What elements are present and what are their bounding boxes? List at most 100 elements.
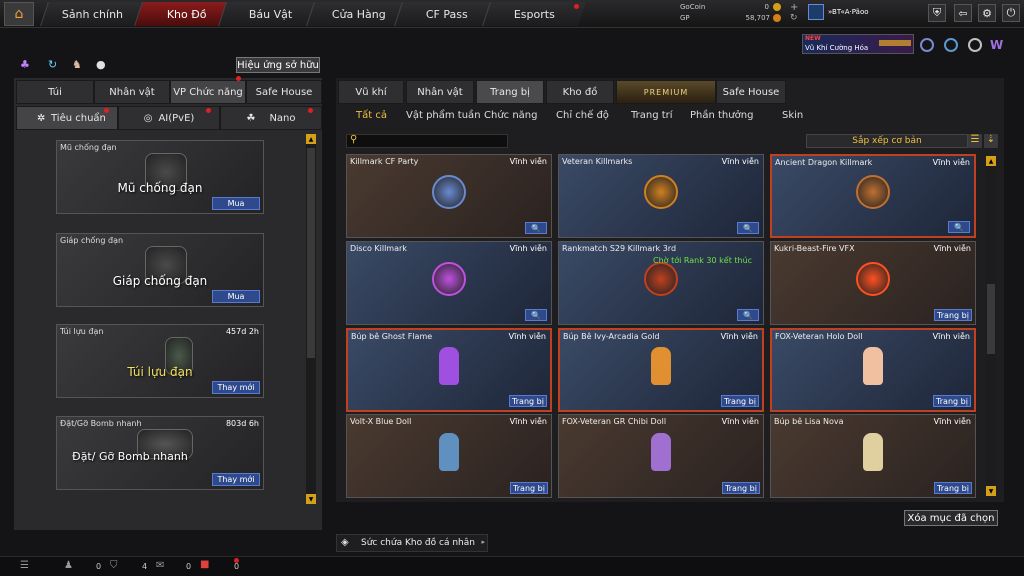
equip-button[interactable]: Trang bị: [722, 482, 760, 494]
scroll-thumb[interactable]: [987, 284, 995, 354]
item-card-armor[interactable]: Giáp chống đạn Giáp chống đạn Mua: [56, 233, 264, 307]
item-card[interactable]: Disco Killmark Vĩnh viễn 🔍: [346, 241, 552, 325]
search-input[interactable]: ⚲: [346, 134, 508, 148]
power-icon[interactable]: ⏻: [1002, 4, 1020, 22]
sort-order-icon[interactable]: ⇣: [984, 134, 998, 148]
item-card[interactable]: Ancient Dragon Killmark Vĩnh viễn 🔍: [770, 154, 976, 238]
rtab-weapons[interactable]: Vũ khí: [338, 80, 404, 104]
subtab-ai-alert-dot: [206, 108, 211, 113]
subtab-function[interactable]: Chức năng: [484, 110, 538, 121]
add-currency-icon[interactable]: +: [790, 2, 798, 13]
item-name: Búp bê Ghost Flame: [351, 332, 433, 341]
character-icon[interactable]: ♞: [72, 58, 86, 72]
item-card[interactable]: Búp Bê Ivy-Arcadia Gold Vĩnh viễn Trang bị: [558, 328, 764, 412]
equip-button[interactable]: Trang bị: [933, 395, 971, 407]
subtab-nano[interactable]: ☘ Nano: [220, 106, 322, 130]
item-card-helmet[interactable]: Mũ chống đạn Mũ chống đạn Mua: [56, 140, 264, 214]
tab-function-items[interactable]: VP Chức năng: [170, 80, 246, 104]
nav-tab-lobby[interactable]: Sảnh chính: [40, 2, 144, 26]
magnify-icon[interactable]: 🔍: [525, 309, 547, 321]
renew-button[interactable]: Thay mới: [212, 381, 260, 394]
renew-button[interactable]: Thay mới: [212, 473, 260, 486]
capacity-bar[interactable]: ◈ Sức chứa Kho đồ cá nhân ▸: [336, 534, 488, 552]
item-duration: Vĩnh viễn: [933, 244, 971, 253]
scroll-down-arrow[interactable]: ▼: [306, 494, 316, 504]
item-card[interactable]: Búp bê Lisa Nova Vĩnh viễn Trang bị: [770, 414, 976, 498]
item-card[interactable]: FOX-Veteran Holo Doll Vĩnh viễn Trang bị: [770, 328, 976, 412]
event-icon-1[interactable]: [920, 38, 934, 52]
subtab-all[interactable]: Tất cả: [356, 110, 387, 121]
magnify-icon[interactable]: 🔍: [737, 222, 759, 234]
scroll-down-arrow[interactable]: ▼: [986, 486, 996, 496]
right-scrollbar[interactable]: ▲ ▼: [986, 156, 996, 496]
gocoin-label: GoCoin: [680, 3, 706, 11]
nav-tab-esports[interactable]: Esports: [482, 2, 586, 26]
chat-icon[interactable]: ✉: [156, 560, 164, 571]
friends-icon[interactable]: ♟: [64, 560, 73, 571]
gocoin-icon: [773, 3, 781, 11]
buy-button[interactable]: Mua: [212, 197, 260, 210]
equip-button[interactable]: Trang bị: [934, 482, 972, 494]
item-card[interactable]: FOX-Veteran GR Chibi Doll Vĩnh viễn Trang …: [558, 414, 764, 498]
item-card[interactable]: Veteran Killmarks Vĩnh viễn 🔍: [558, 154, 764, 238]
rtab-safe-house[interactable]: Safe House: [716, 80, 786, 104]
sort-dropdown[interactable]: Sắp xếp cơ bản: [806, 134, 968, 148]
item-card[interactable]: Killmark CF Party Vĩnh viễn 🔍: [346, 154, 552, 238]
equip-button[interactable]: Trang bị: [721, 395, 759, 407]
item-card[interactable]: Volt-X Blue Doll Vĩnh viễn Trang bị: [346, 414, 552, 498]
magnify-icon[interactable]: 🔍: [737, 309, 759, 321]
menu-icon[interactable]: ☰: [20, 560, 29, 571]
subtab-mode-only[interactable]: Chỉ chế độ: [556, 110, 609, 121]
tab-bag[interactable]: Túi: [16, 80, 94, 104]
shield-icon[interactable]: ⛉: [110, 560, 118, 571]
item-duration: Vĩnh viễn: [721, 417, 759, 426]
subtab-weekly[interactable]: Vật phẩm tuần: [406, 110, 481, 121]
gear-icon[interactable]: ⚙: [978, 4, 996, 22]
ownership-effect-button[interactable]: Hiệu ứng sở hữu: [236, 57, 320, 73]
magnify-icon[interactable]: 🔍: [525, 222, 547, 234]
equip-button[interactable]: Trang bị: [509, 395, 547, 407]
item-card[interactable]: Rankmatch S29 Killmark 3rd Chờ tới Rank 3…: [558, 241, 764, 325]
clan-icon[interactable]: ⛨: [928, 4, 946, 22]
event-icon-4[interactable]: W: [990, 38, 1006, 52]
rtab-premium[interactable]: PREMIUM: [616, 80, 716, 104]
left-scrollbar[interactable]: ▲ ▼: [306, 134, 316, 504]
item-card[interactable]: Kukri-Beast-Fire VFX Vĩnh viễn Trang bị: [770, 241, 976, 325]
magnify-icon[interactable]: 🔍: [948, 221, 970, 233]
clear-selected-button[interactable]: Xóa mục đã chọn: [904, 510, 998, 526]
rtab-equipment[interactable]: Trang bị: [476, 80, 544, 104]
refresh-icon[interactable]: ↻: [790, 13, 798, 23]
subtab-rewards[interactable]: Phần thưởng: [690, 110, 753, 121]
mouse-icon[interactable]: ●: [96, 58, 110, 72]
equip-button[interactable]: Trang bị: [510, 482, 548, 494]
spin-icon[interactable]: ↻: [48, 58, 62, 72]
subtab-decoration[interactable]: Trang trí: [631, 110, 673, 121]
item-card-bomb-defuse[interactable]: Đặt/Gỡ Bomb nhanh 803d 6h Đặt/ Gỡ Bomb n…: [56, 416, 264, 490]
buy-button[interactable]: Mua: [212, 290, 260, 303]
player-name[interactable]: »BT«A·Pãoo: [828, 8, 869, 16]
item-duration: Vĩnh viễn: [509, 417, 547, 426]
home-button[interactable]: ⌂: [4, 2, 34, 26]
gift-icon[interactable]: ♣: [20, 58, 34, 72]
scroll-thumb[interactable]: [307, 148, 315, 358]
scroll-up-arrow[interactable]: ▲: [306, 134, 316, 144]
tab-safe-house[interactable]: Safe House: [246, 80, 322, 104]
subtab-skin[interactable]: Skin: [782, 110, 803, 121]
promo-banner[interactable]: NEW Vũ Khí Cường Hóa: [802, 34, 914, 54]
item-name: Ancient Dragon Killmark: [775, 158, 873, 167]
gift-box-icon[interactable]: ■: [200, 559, 209, 570]
scroll-up-arrow[interactable]: ▲: [986, 156, 996, 166]
subtab-ai-pve[interactable]: ◎ AI(PvE): [118, 106, 220, 130]
subtab-standard[interactable]: ✲ Tiêu chuẩn: [16, 106, 118, 130]
rtab-storage[interactable]: Kho đồ: [546, 80, 614, 104]
rtab-character[interactable]: Nhân vật: [406, 80, 474, 104]
tab-alert-dot: [236, 76, 241, 81]
tab-character[interactable]: Nhân vật: [94, 80, 170, 104]
equip-button[interactable]: Trang bị: [934, 309, 972, 321]
event-icon-3[interactable]: [968, 38, 982, 52]
event-icon-2[interactable]: [944, 38, 958, 52]
exit-room-icon[interactable]: ⇦: [954, 4, 972, 22]
list-view-icon[interactable]: ☰: [968, 134, 982, 148]
item-card-grenade-bag[interactable]: Túi lựu đạn 457d 2h Túi lựu đạn Thay mới: [56, 324, 264, 398]
item-card[interactable]: Búp bê Ghost Flame Vĩnh viễn Trang bị: [346, 328, 552, 412]
